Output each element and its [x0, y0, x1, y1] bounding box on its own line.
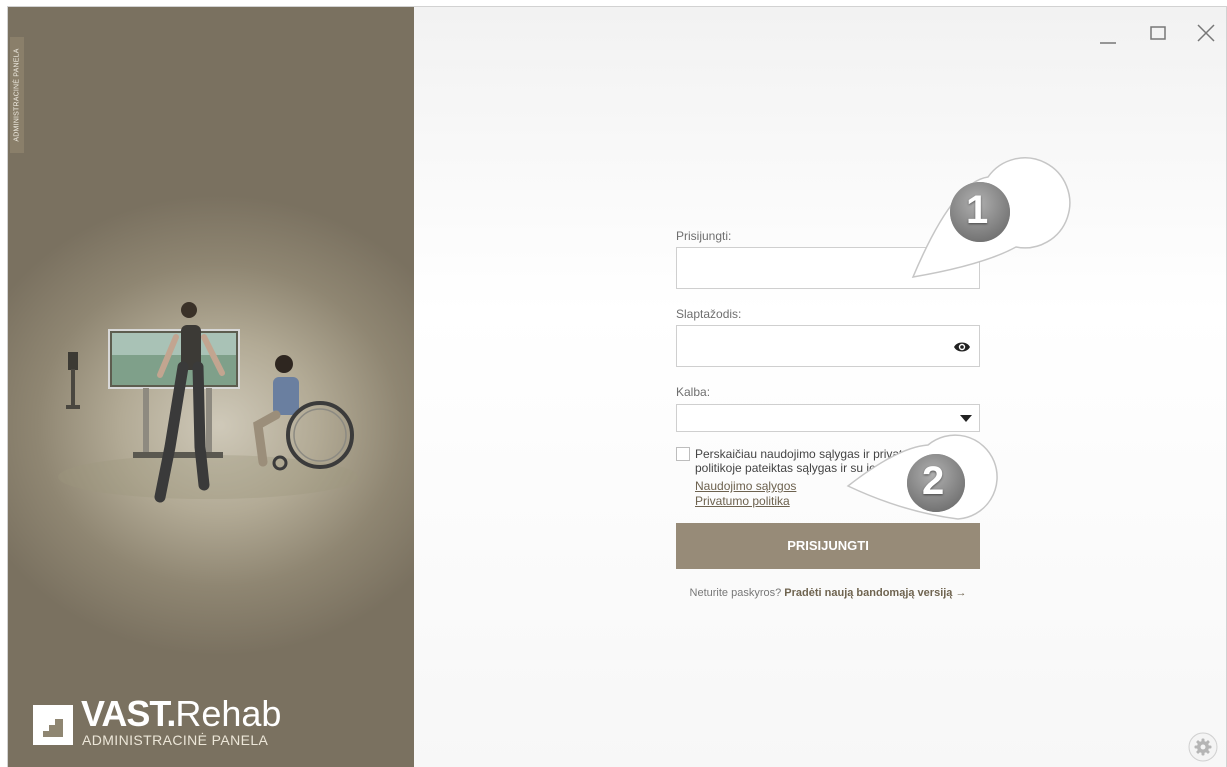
password-label: Slaptažodis:: [676, 307, 742, 321]
chevron-down-icon: [960, 415, 972, 422]
signup-row: Neturite paskyros? Pradėti naują bandomą…: [676, 587, 980, 599]
app-window: ADMINISTRACINĖ PANELA VAST.Rehab ADMINIS…: [7, 6, 1227, 767]
language-select[interactable]: [676, 404, 980, 432]
terms-checkbox[interactable]: [676, 447, 690, 461]
close-icon[interactable]: [1192, 19, 1220, 47]
privacy-policy-link[interactable]: Privatumo politika: [695, 494, 790, 508]
vertical-tab-label: ADMINISTRACINĖ PANELA: [13, 48, 21, 142]
sidebar-panel: ADMINISTRACINĖ PANELA VAST.Rehab ADMINIS…: [8, 7, 414, 767]
language-label: Kalba:: [676, 385, 711, 399]
terms-of-use-link[interactable]: Naudojimo sąlygos: [695, 479, 796, 493]
callout-2-number: 2: [922, 459, 945, 503]
eye-icon[interactable]: [953, 339, 971, 355]
password-input[interactable]: [677, 326, 979, 366]
admin-panel-vertical-tab[interactable]: ADMINISTRACINĖ PANELA: [10, 37, 24, 153]
gear-icon[interactable]: [1188, 732, 1218, 762]
minimize-icon[interactable]: [1094, 19, 1122, 47]
vast-logo-icon: [33, 705, 73, 745]
password-field[interactable]: [676, 325, 980, 367]
maximize-icon[interactable]: [1144, 19, 1172, 47]
username-label: Prisijungti:: [676, 229, 732, 243]
brand-subtitle: ADMINISTRACINĖ PANELA: [82, 732, 269, 748]
rehab-scene-illustration: [58, 302, 358, 503]
username-input[interactable]: [677, 248, 979, 288]
start-trial-link[interactable]: Pradėti naują bandomąją versiją →: [784, 587, 966, 599]
login-panel: Prisijungti: Slaptažodis: Kalba: Perskai…: [414, 7, 1226, 767]
signup-question: Neturite paskyros?: [689, 587, 782, 599]
callout-1-number: 1: [966, 188, 989, 232]
brand-name: VAST.Rehab: [81, 693, 282, 734]
username-field[interactable]: [676, 247, 980, 289]
login-button[interactable]: PRISIJUNGTI: [676, 523, 980, 569]
